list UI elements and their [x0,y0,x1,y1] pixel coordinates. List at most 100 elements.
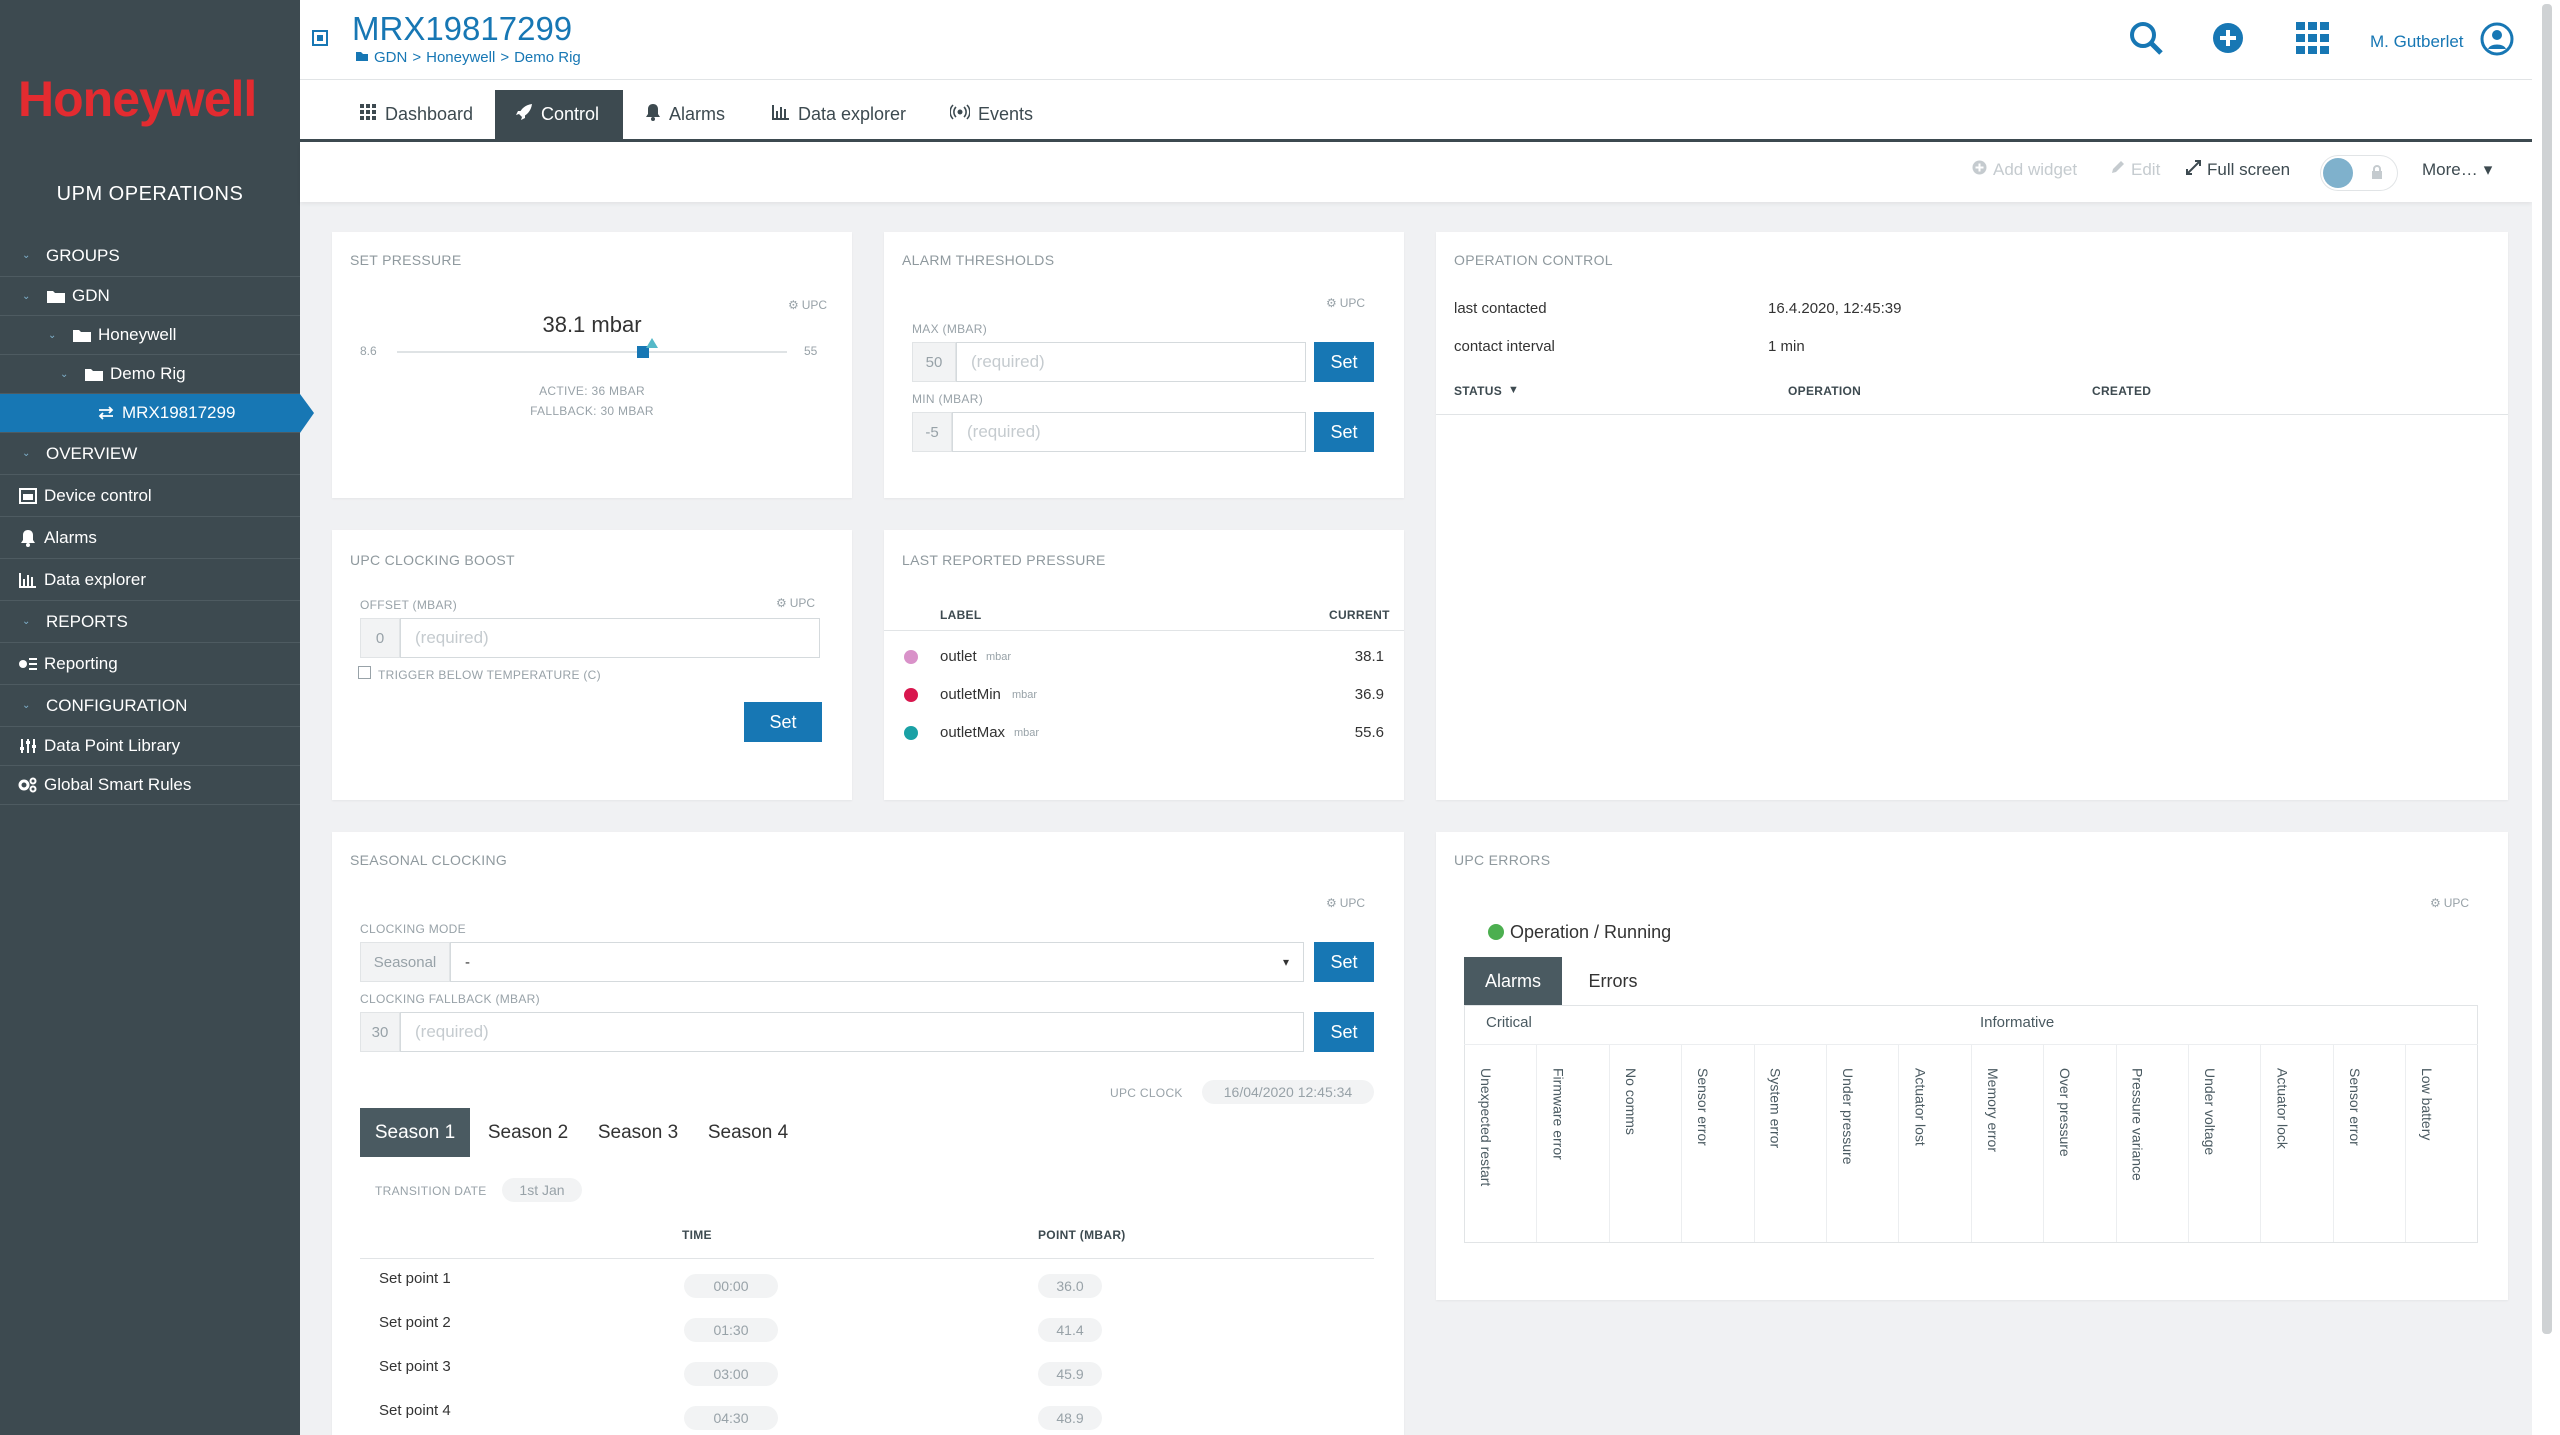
page-title: MRX19817299 [352,10,573,47]
setpoint-time[interactable]: 00:00 [684,1274,778,1298]
upc-icon: ⚙ [1326,296,1337,310]
sidebar-item-data-explorer[interactable]: Data explorer [0,559,300,601]
sidebar-section-reports[interactable]: ⌄ REPORTS [0,601,300,643]
error-label: System error [1767,1068,1784,1149]
tab-season-1[interactable]: Season 1 [360,1108,470,1157]
scrollbar-thumb[interactable] [2542,4,2552,1334]
pressure-slider-track[interactable] [397,338,787,358]
set-max-threshold-button[interactable]: Set [1314,342,1374,382]
caret-down-icon: ▾ [1282,955,1289,969]
tab-season-2[interactable]: Season 2 [480,1108,576,1157]
sidebar-tree-gdn[interactable]: ⌄ GDN [0,277,300,316]
breadcrumb-demo-rig[interactable]: Demo Rig [514,49,581,66]
action-bar: Add widget Edit Full screen More… ▾ [300,142,2532,202]
user-avatar-icon[interactable] [2480,22,2514,61]
folder-icon [72,327,92,343]
upc-tag: ⚙ UPC [2430,896,2470,910]
sidebar-tree-demo-rig[interactable]: ⌄ Demo Rig [0,355,300,394]
broadcast-icon [949,104,971,125]
seasonal-clocking-card: SEASONAL CLOCKING ⚙ UPC CLOCKING MODE Sea… [332,832,1404,1435]
more-dropdown[interactable]: More… ▾ [2422,160,2492,180]
tab-control[interactable]: Control [495,90,623,139]
sidebar-item-reporting[interactable]: Reporting [0,643,300,685]
max-threshold-input[interactable]: (required) [956,342,1306,382]
sidebar-item-data-point-library[interactable]: Data Point Library [0,727,300,766]
setpoint-value[interactable]: 41.4 [1038,1318,1102,1342]
error-label: No comms [1622,1068,1639,1135]
series-color-dot [904,650,918,664]
sidebar-tree-honeywell[interactable]: ⌄ Honeywell [0,316,300,355]
upc-tag: ⚙ UPC [788,298,828,312]
tab-season-3[interactable]: Season 3 [590,1108,686,1157]
error-label: Over pressure [2057,1068,2074,1157]
clocking-mode-select[interactable]: - ▾ [450,942,1304,982]
edit-button[interactable]: Edit [2110,160,2160,180]
error-label: Firmware error [1550,1068,1567,1160]
add-widget-button[interactable]: Add widget [1972,160,2077,180]
sidebar-item-device-control[interactable]: Device control [0,475,300,517]
offset-input[interactable]: (required) [400,618,820,658]
tab-errors[interactable]: Errors [1570,957,1656,1005]
table-row: Set point 4 04:30 48.9 [332,1396,1404,1435]
sidebar-tree-device[interactable]: MRX19817299 [0,394,314,433]
app-grid-icon[interactable] [2296,22,2330,59]
setpoint-value[interactable]: 45.9 [1038,1362,1102,1386]
breadcrumb-gdn[interactable]: GDN [374,49,407,66]
chevron-down-icon: ⌄ [22,700,31,711]
tab-data-explorer[interactable]: Data explorer [752,90,926,139]
error-label: Under pressure [1840,1068,1856,1165]
sidebar-section-groups[interactable]: ⌄ GROUPS [0,235,300,277]
min-threshold-input[interactable]: (required) [952,412,1306,452]
divider [1436,414,2508,415]
sidebar-section-configuration[interactable]: ⌄ CONFIGURATION [0,685,300,727]
upc-clock-value: 16/04/2020 12:45:34 [1202,1080,1374,1104]
sidebar-item-global-smart-rules[interactable]: Global Smart Rules [0,766,300,805]
rocket-icon [515,103,533,126]
tab-season-4[interactable]: Season 4 [700,1108,796,1157]
slider-min: 8.6 [360,344,377,358]
tab-alarms[interactable]: Alarms [625,90,745,139]
trigger-temperature-checkbox[interactable] [358,666,371,679]
upc-tag: ⚙ UPC [1326,296,1366,310]
operation-control-card: OPERATION CONTROL last contacted 16.4.20… [1436,232,2508,800]
clocking-mode-addon: Seasonal [360,942,450,982]
lock-toggle[interactable] [2321,156,2397,190]
lock-icon [2371,165,2383,184]
status-column-header[interactable]: STATUS ▼ [1454,384,1519,398]
setpoint-time[interactable]: 03:00 [684,1362,778,1386]
clocking-fallback-value: 30 [360,1012,400,1052]
toggle-knob [2323,158,2353,188]
app-title: UPM OPERATIONS [56,183,244,205]
chevron-down-icon: ⌄ [22,290,31,302]
page-scrollbar[interactable] [2532,0,2560,1435]
set-clocking-mode-button[interactable]: Set [1314,942,1374,982]
breadcrumb-honeywell[interactable]: Honeywell [426,49,495,66]
min-threshold-value: -5 [912,412,952,452]
add-icon[interactable] [2212,22,2244,59]
set-min-threshold-button[interactable]: Set [1314,412,1374,452]
reporting-icon [18,657,38,671]
transition-date-value[interactable]: 1st Jan [502,1178,582,1202]
operation-status: Operation / Running [1510,922,1672,942]
search-icon[interactable] [2128,20,2164,61]
tab-alarms[interactable]: Alarms [1464,957,1562,1005]
sidebar-item-alarms[interactable]: Alarms [0,517,300,559]
user-name[interactable]: M. Gutberlet [2370,32,2464,52]
setpoint-time[interactable]: 04:30 [684,1406,778,1430]
full-screen-button[interactable]: Full screen [2186,160,2290,180]
tab-dashboard[interactable]: Dashboard [340,90,493,139]
chevron-down-icon: ⌄ [22,616,31,627]
device-control-icon [18,487,38,504]
honeywell-logo: Honeywell [18,71,257,127]
setpoint-value[interactable]: 48.9 [1038,1406,1102,1430]
table-row: outletMax mbar 55.6 [884,714,1404,752]
setpoint-time[interactable]: 01:30 [684,1318,778,1342]
set-clocking-fallback-button[interactable]: Set [1314,1012,1374,1052]
setpoint-value[interactable]: 36.0 [1038,1274,1102,1298]
folder-icon [46,288,66,304]
sidebar-section-overview[interactable]: ⌄ OVERVIEW [0,433,300,475]
tab-events[interactable]: Events [930,90,1053,139]
table-row: outletMin mbar 36.9 [884,676,1404,714]
clocking-fallback-input[interactable]: (required) [400,1012,1304,1052]
set-boost-button[interactable]: Set [744,702,822,742]
